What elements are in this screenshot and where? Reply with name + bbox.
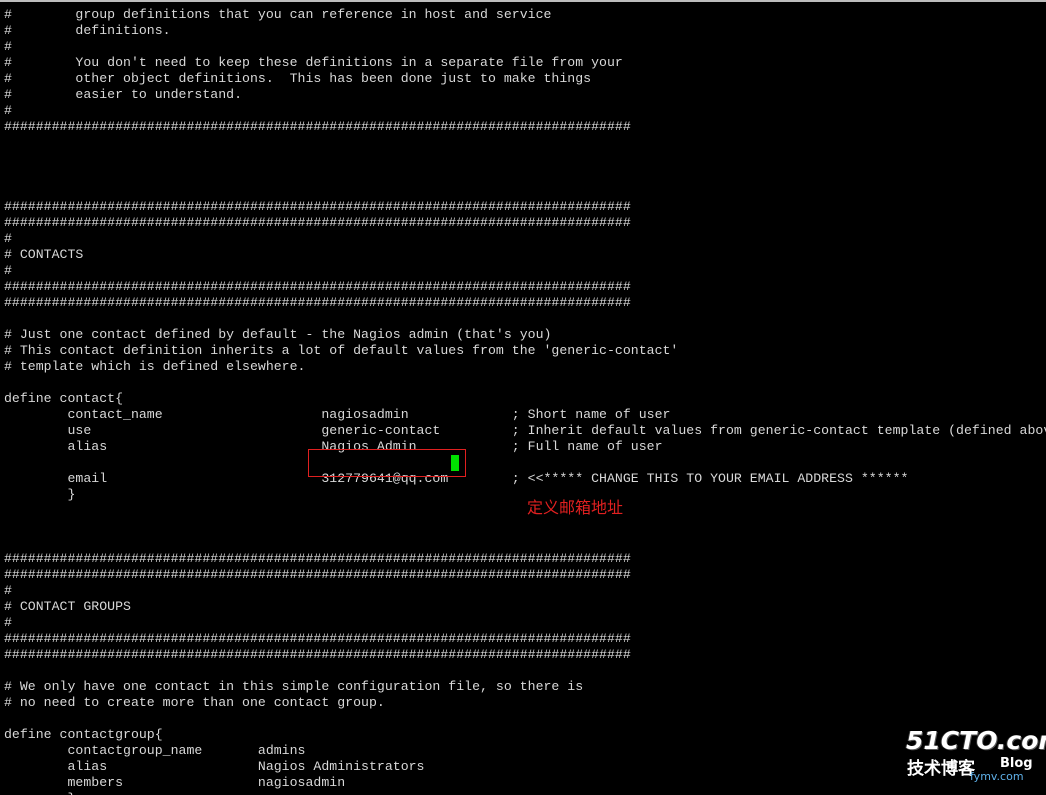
terminal-line: alias Nagios Administrators — [4, 759, 425, 774]
terminal-line: ########################################… — [4, 119, 631, 134]
terminal-line: ########################################… — [4, 199, 631, 214]
terminal-line: # definitions. — [4, 23, 171, 38]
terminal-line: } — [4, 487, 76, 502]
terminal-line: # — [4, 263, 12, 278]
watermark-sub-text: 技术博客 — [907, 759, 975, 779]
terminal-line: define contactgroup{ — [4, 727, 163, 742]
terminal-line: # Just one contact defined by default - … — [4, 327, 552, 342]
terminal-line: ########################################… — [4, 631, 631, 646]
email-highlight-box — [308, 449, 466, 477]
text-cursor — [451, 455, 459, 471]
terminal-line: # This contact definition inherits a lot… — [4, 343, 679, 358]
terminal-line: # no need to create more than one contac… — [4, 695, 385, 710]
terminal-line: ########################################… — [4, 567, 631, 582]
terminal-line: } — [4, 791, 75, 795]
terminal-line: # — [4, 583, 12, 598]
terminal-line: # group definitions that you can referen… — [4, 7, 552, 22]
terminal-line: # — [4, 231, 12, 246]
terminal-line: members nagiosadmin — [4, 775, 346, 790]
terminal-line: # CONTACT GROUPS — [4, 599, 131, 614]
terminal-line: # You don't need to keep these definitio… — [4, 55, 623, 70]
terminal-line: # We only have one contact in this simpl… — [4, 679, 584, 694]
terminal-line: # — [4, 615, 12, 630]
terminal-line: # template which is defined elsewhere. — [4, 359, 306, 374]
terminal-line: contactgroup_name admins — [4, 743, 306, 758]
watermark-url-text: fymv.com — [970, 770, 1024, 783]
site-watermark-logo: 51CTO.com 技术博客 Blog fymv.com — [906, 726, 1046, 790]
terminal-line: ########################################… — [4, 215, 631, 230]
annotation-label: 定义邮箱地址 — [527, 498, 624, 517]
terminal-line: # other object definitions. This has bee… — [4, 71, 592, 86]
terminal-line: ########################################… — [4, 551, 631, 566]
terminal-line: contact_name nagiosadmin ; Short name of… — [4, 407, 671, 422]
terminal-line: ########################################… — [4, 647, 631, 662]
terminal-line: # easier to understand. — [4, 87, 243, 102]
terminal-line: # CONTACTS — [4, 247, 84, 262]
watermark-main-text: 51CTO.com — [906, 726, 1046, 755]
terminal-line: define contact{ — [4, 391, 124, 406]
terminal-line: # — [4, 103, 12, 118]
terminal-line: ########################################… — [4, 279, 631, 294]
terminal-line: ########################################… — [4, 295, 631, 310]
terminal-line: # — [4, 39, 12, 54]
terminal-window[interactable]: # group definitions that you can referen… — [0, 0, 1046, 795]
terminal-line: use generic-contact ; Inherit default va… — [4, 423, 1046, 438]
